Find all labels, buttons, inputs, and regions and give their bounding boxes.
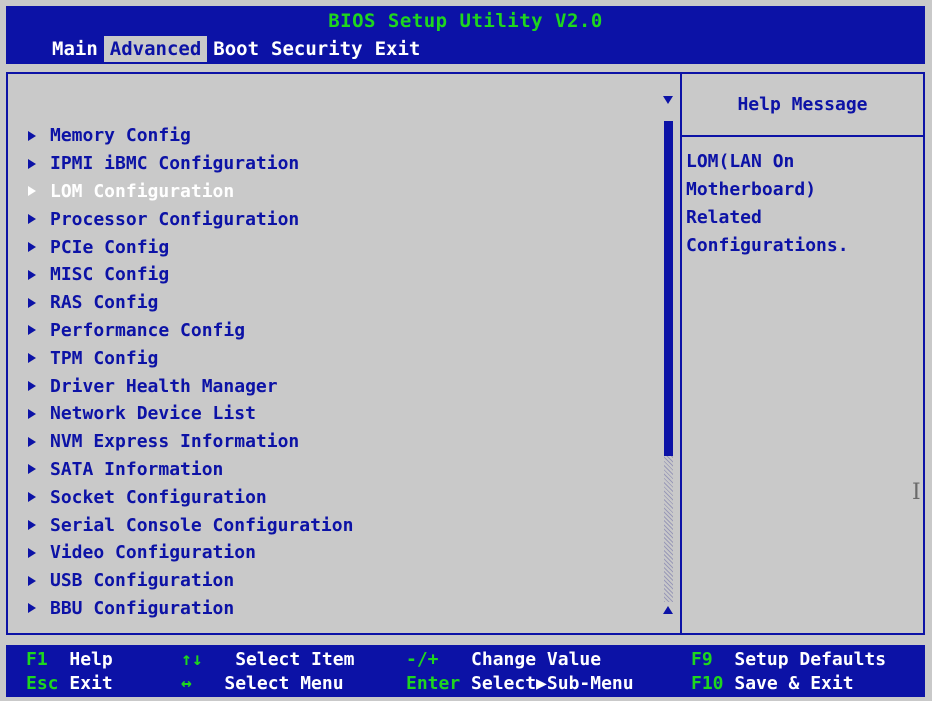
menu-item-label: Performance Config [50, 319, 246, 341]
menu-item-label: Network Device List [50, 403, 256, 425]
menu-item-misc-config[interactable]: MISC Config [26, 261, 353, 289]
legend-change-value: -/+ Change Value [406, 649, 602, 670]
legend-select-submenu: Enter Select▶Sub-Menu [406, 673, 634, 694]
submenu-arrow-icon [28, 130, 36, 141]
menu-item-label: MISC Config [50, 264, 170, 286]
submenu-arrow-icon [28, 547, 36, 558]
scrollbar[interactable] [662, 94, 674, 622]
legend-f1: F1 Help [26, 649, 113, 670]
menu-item-label: IPMI iBMC Configuration [50, 153, 300, 175]
submenu-arrow-icon [28, 214, 36, 225]
menu-item-pcie-config[interactable]: PCIe Config [26, 233, 353, 261]
tab-advanced[interactable]: Advanced [103, 36, 208, 62]
tab-main[interactable]: Main [46, 36, 104, 62]
menu-item-label: TPM Config [50, 347, 159, 369]
menu-item-network-device-list[interactable]: Network Device List [26, 400, 353, 428]
help-line: Configurations. [686, 235, 849, 256]
bios-title: BIOS Setup Utility V2.0 [328, 10, 603, 32]
tab-boot[interactable]: Boot [207, 36, 265, 62]
menu-item-processor-configuration[interactable]: Processor Configuration [26, 205, 353, 233]
bios-screen: BIOS Setup Utility V2.0 Main Advanced Bo… [0, 0, 932, 701]
text-cursor-icon: I [912, 480, 921, 505]
scroll-track[interactable] [664, 456, 673, 602]
scroll-up-arrow-icon[interactable] [663, 606, 673, 614]
menu-item-memory-config[interactable]: Memory Config [26, 122, 353, 150]
submenu-arrow-icon [28, 492, 36, 503]
menu-item-label: RAS Config [50, 292, 159, 314]
menu-item-nvm-express-information[interactable]: NVM Express Information [26, 428, 353, 456]
scroll-thumb[interactable] [664, 121, 673, 456]
submenu-arrow-icon [28, 353, 36, 364]
menu-item-label: Memory Config [50, 125, 191, 147]
settings-pane: Memory Config IPMI iBMC Configuration LOM … [8, 74, 678, 633]
menu-item-label: USB Configuration [50, 570, 235, 592]
menu-item-bbu-configuration[interactable]: BBU Configuration [26, 595, 353, 623]
menu-item-lom-configuration[interactable]: LOM Configuration [26, 178, 353, 206]
submenu-arrow-icon [28, 158, 36, 169]
menu-item-label: Driver Health Manager [50, 375, 278, 397]
help-line: LOM(LAN On [686, 151, 795, 172]
menu-item-label: Serial Console Configuration [50, 514, 354, 536]
legend-save-exit: F10 Save & Exit [691, 673, 854, 694]
menu-item-video-configuration[interactable]: Video Configuration [26, 539, 353, 567]
submenu-arrow-icon [28, 436, 36, 447]
submenu-arrow-icon [28, 575, 36, 586]
scroll-down-arrow-icon[interactable] [663, 96, 673, 104]
submenu-arrow-icon [28, 186, 36, 197]
legend-select-menu: ↔ Select Menu [181, 673, 344, 694]
header-bar: BIOS Setup Utility V2.0 Main Advanced Bo… [6, 6, 925, 64]
menu-item-label: Video Configuration [50, 542, 256, 564]
menu-item-label: NVM Express Information [50, 431, 300, 453]
tab-exit[interactable]: Exit [369, 36, 427, 62]
help-divider [682, 135, 923, 137]
menu-item-ras-config[interactable]: RAS Config [26, 289, 353, 317]
pane-divider [680, 74, 682, 633]
submenu-arrow-icon [28, 242, 36, 253]
legend-esc: Esc Exit [26, 673, 113, 694]
menu-item-serial-console-configuration[interactable]: Serial Console Configuration [26, 511, 353, 539]
help-title: Help Message [737, 94, 868, 115]
menu-item-label: SATA Information [50, 458, 224, 480]
menu-item-sata-information[interactable]: SATA Information [26, 456, 353, 484]
menu-item-usb-configuration[interactable]: USB Configuration [26, 567, 353, 595]
menu-item-label: Socket Configuration [50, 486, 267, 508]
menu-item-label: BBU Configuration [50, 597, 235, 619]
legend-select-item: ↑↓ Select Item [181, 649, 355, 670]
submenu-arrow-icon [28, 603, 36, 614]
menu-item-label: LOM Configuration [50, 180, 235, 202]
content-frame: Memory Config IPMI iBMC Configuration LOM … [6, 72, 925, 635]
menu-item-performance-config[interactable]: Performance Config [26, 317, 353, 345]
advanced-menu-list: Memory Config IPMI iBMC Configuration LOM … [26, 122, 353, 622]
help-line: Motherboard) [686, 179, 817, 200]
submenu-arrow-icon [28, 381, 36, 392]
menu-item-label: PCIe Config [50, 236, 170, 258]
menu-bar: Main Advanced Boot Security Exit [46, 36, 426, 62]
submenu-arrow-icon [28, 325, 36, 336]
submenu-arrow-icon [28, 408, 36, 419]
menu-item-driver-health-manager[interactable]: Driver Health Manager [26, 372, 353, 400]
submenu-arrow-icon [28, 520, 36, 531]
key-legend-bar: F1 Help Esc Exit ↑↓ Select Item ↔ Select… [6, 645, 925, 697]
help-message: LOM(LAN On Motherboard) Related Configur… [686, 148, 916, 260]
menu-item-tpm-config[interactable]: TPM Config [26, 344, 353, 372]
legend-setup-defaults: F9 Setup Defaults [691, 649, 887, 670]
submenu-arrow-icon [28, 297, 36, 308]
menu-item-ipmi-ibmc-configuration[interactable]: IPMI iBMC Configuration [26, 150, 353, 178]
submenu-arrow-icon [28, 269, 36, 280]
menu-item-label: Processor Configuration [50, 208, 300, 230]
menu-item-socket-configuration[interactable]: Socket Configuration [26, 483, 353, 511]
submenu-arrow-icon [28, 464, 36, 475]
help-line: Related [686, 207, 762, 228]
tab-security[interactable]: Security [265, 36, 369, 62]
